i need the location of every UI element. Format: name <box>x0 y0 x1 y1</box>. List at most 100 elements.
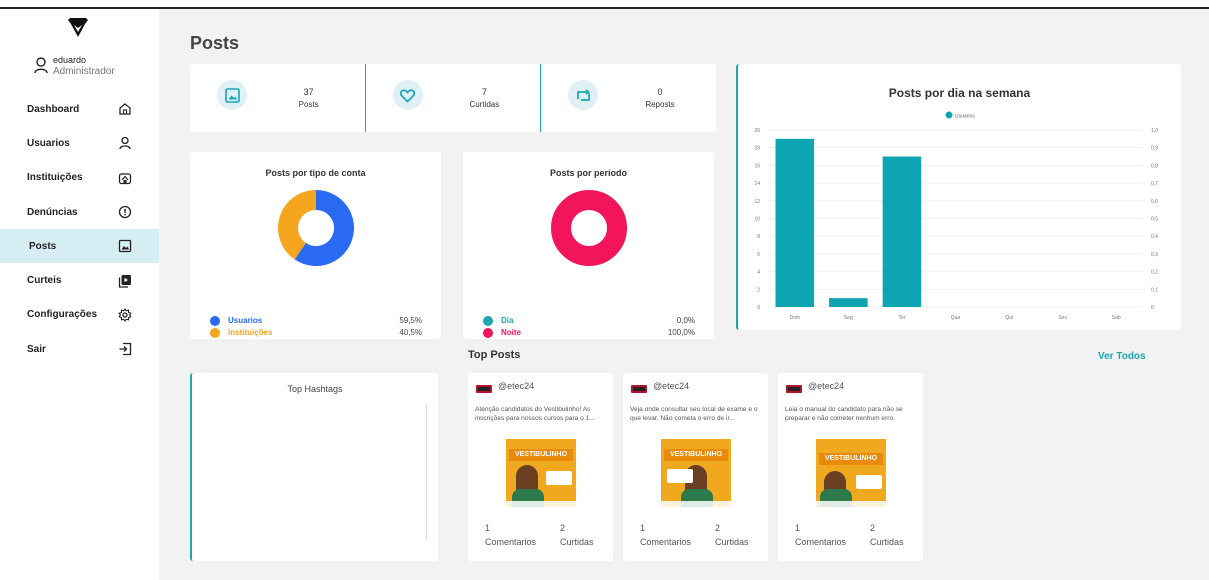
sidebar-item-denuncias[interactable]: Denúncias <box>0 195 159 229</box>
bar-chart: Usuarios 0 2 4 6 8 10 12 14 16 18 20 0 0,1 0,2 0,3 0,4 0,… <box>754 111 1158 321</box>
post-handle[interactable]: @etec24 <box>808 381 844 391</box>
x-tick-label: Dom <box>790 315 801 321</box>
main-content: Posts 37 Posts 7 Curtidas 0 Reposts Post… <box>159 9 1209 580</box>
top-hashtags-card: Top Hashtags <box>190 373 438 561</box>
post-image-title: VESTIBULINHO <box>664 449 728 461</box>
likes-count: 2 <box>715 523 721 533</box>
chart-title: Posts por dia na semana <box>888 86 1031 100</box>
donut-slice[interactable] <box>278 190 317 260</box>
legend-value: 100,0% <box>667 328 695 337</box>
stat-value: 7 <box>481 87 487 97</box>
y2-tick-label: 0,1 <box>1151 287 1158 293</box>
stat-curtidas: 7 Curtidas <box>364 64 541 132</box>
y2-tick-label: 0,8 <box>1151 163 1158 169</box>
y2-tick-label: 1,0 <box>1151 128 1158 134</box>
legend-item: Dia 0,0% <box>483 315 695 326</box>
sidebar-item-configuracoes[interactable]: Configurações <box>0 298 159 332</box>
likes-label: Curtidas <box>715 537 749 547</box>
likes-count: 2 <box>870 523 876 533</box>
legend-dot <box>945 111 953 119</box>
user-icon <box>118 136 132 150</box>
legend-item: Instituições 40,5% <box>210 327 422 338</box>
y-tick-label: 0 <box>757 305 760 311</box>
sidebar-item-posts[interactable]: Posts <box>0 229 159 264</box>
image-icon <box>217 80 247 110</box>
post-image[interactable]: VESTIBULINHO <box>816 439 886 507</box>
chart-title: Posts por período <box>549 168 627 178</box>
see-all-link[interactable]: Ver Todos <box>1098 351 1146 362</box>
post-handle[interactable]: @etec24 <box>498 381 534 391</box>
x-tick-label: Sab <box>1112 315 1121 321</box>
hashtags-scrollbar[interactable] <box>426 403 427 541</box>
x-tick-label: Seg <box>844 315 853 321</box>
y-tick-label: 18 <box>754 146 760 152</box>
y-tick-label: 20 <box>754 128 760 134</box>
y2-tick-label: 0,7 <box>1151 181 1158 187</box>
user-avatar-icon <box>34 57 48 73</box>
sidebar: eduardo Administrador Dashboard Usuarios… <box>0 9 159 580</box>
top-hashtags-title: Top Hashtags <box>287 384 343 394</box>
page-title: Posts <box>190 33 240 53</box>
top-posts-title: Top Posts <box>468 349 521 361</box>
sidebar-item-label: Curteis <box>27 275 62 287</box>
bar[interactable] <box>775 138 815 307</box>
x-tick-label: Sex <box>1058 315 1067 321</box>
legend-label: Instituições <box>228 328 273 337</box>
y-tick-label: 2 <box>757 287 760 293</box>
institution-icon <box>118 171 132 185</box>
stat-reposts: 0 Reposts <box>540 64 716 132</box>
post-comments: 1 Comentarios <box>485 523 536 547</box>
post-image-title: VESTIBULINHO <box>509 449 573 461</box>
stat-label: Curtidas <box>469 100 500 109</box>
y2-tick-label: 0,6 <box>1151 199 1158 205</box>
chart-posts-por-dia: Posts por dia na semana Usuarios 0 2 4 6 8 10 1… <box>736 64 1181 330</box>
etec-logo-icon <box>631 385 647 393</box>
video-icon <box>118 274 132 288</box>
y-tick-label: 6 <box>757 252 760 258</box>
sidebar-item-curteis[interactable]: Curteis <box>0 263 159 297</box>
alert-icon <box>118 205 132 219</box>
post-card[interactable]: @etec24 Atenção candidatos do Vestibulin… <box>468 373 613 561</box>
sidebar-item-instituicoes[interactable]: Instituições <box>0 161 159 195</box>
post-comments: 1 Comentarios <box>795 523 846 547</box>
sidebar-item-usuarios[interactable]: Usuarios <box>0 126 159 160</box>
sidebar-item-label: Sair <box>27 343 46 355</box>
legend-item: Usuarios 59,5% <box>210 315 422 326</box>
bar[interactable] <box>829 298 868 307</box>
post-image[interactable]: VESTIBULINHO <box>661 439 731 507</box>
donut-slice[interactable] <box>551 190 627 266</box>
post-handle[interactable]: @etec24 <box>653 381 689 391</box>
post-card[interactable]: @etec24 Veja onde consultar seu local de… <box>623 373 768 561</box>
y2-tick-label: 0,5 <box>1151 217 1158 223</box>
chart-legend: Usuarios <box>945 111 975 120</box>
post-image[interactable]: VESTIBULINHO <box>506 439 576 507</box>
post-card[interactable]: @etec24 Leia o manual do candidato para … <box>778 373 923 561</box>
bar[interactable] <box>882 156 922 307</box>
y2-tick-label: 0,9 <box>1151 146 1158 152</box>
y-tick-label: 16 <box>754 163 760 169</box>
image-footer-band <box>816 501 886 507</box>
y-tick-label: 12 <box>754 199 760 205</box>
comments-count: 1 <box>795 523 801 533</box>
legend-dot <box>483 316 493 326</box>
stat-label: Reposts <box>645 100 675 109</box>
image-icon <box>118 239 132 253</box>
post-likes: 2 Curtidas <box>715 523 749 547</box>
sidebar-item-label: Posts <box>29 240 57 252</box>
y2-tick-label: 0 <box>1151 305 1154 311</box>
sidebar-item-label: Denúncias <box>27 206 78 218</box>
repost-icon <box>568 80 599 110</box>
stat-label: Posts <box>298 100 319 109</box>
sidebar-item-dashboard[interactable]: Dashboard <box>0 92 159 126</box>
sidebar-item-sair[interactable]: Sair <box>0 332 159 366</box>
likes-count: 2 <box>560 523 566 533</box>
x-tick-label: Qua <box>951 315 961 321</box>
comments-label: Comentarios <box>640 537 692 547</box>
user-role: Administrador <box>53 66 115 77</box>
y2-tick-label: 0,3 <box>1151 252 1158 258</box>
image-footer-band <box>506 501 576 507</box>
chart-posts-por-tipo: Posts por tipo de conta Usuarios 59,5% I… <box>190 152 441 339</box>
y-tick-label: 8 <box>757 234 760 240</box>
etec-logo-icon <box>786 385 802 393</box>
legend-label: Usuarios <box>228 316 263 325</box>
